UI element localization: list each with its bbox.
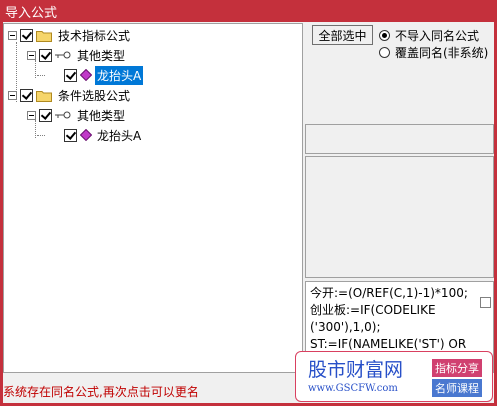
tree-node-category[interactable]: 其他类型 [27,106,127,124]
watermark-tag: 名师课程 [432,379,482,397]
watermark-logo: 股市财富网 指标分享 www.GSCFW.com 名师课程 [295,351,493,402]
folder-icon [36,30,52,42]
formula-gem-icon [80,129,92,141]
title-bar: 导入公式 [0,0,497,22]
radio-skip-duplicates[interactable]: 不导入同名公式 [379,27,479,44]
option-checkbox[interactable] [480,297,491,308]
collapse-toggle[interactable] [27,110,36,120]
key-icon [55,51,71,59]
description-box [305,156,494,278]
tree-node-category[interactable]: 其他类型 [27,46,127,64]
window-title: 导入公式 [5,5,58,21]
radio-overwrite-duplicates[interactable]: 覆盖同名(非系统) [379,44,488,61]
group-label: 条件选股公式 [58,88,131,103]
folder-icon [36,90,52,102]
collapse-toggle[interactable] [8,30,17,40]
category-checkbox[interactable] [39,48,52,62]
category-checkbox[interactable] [39,108,52,122]
code-line: ('300'),1,0); [310,320,381,334]
tree-node-formula[interactable]: 龙抬头A [35,65,144,85]
radio-label: 覆盖同名(非系统) [395,46,489,60]
code-line: 今开:=(O/REF(C,1)-1)*100; [310,286,468,300]
watermark-name: 股市财富网 [308,359,404,381]
group-checkbox[interactable] [20,28,33,42]
category-label: 其他类型 [77,48,126,63]
formula-label: 龙抬头A [97,128,142,143]
tree-connector [37,74,45,76]
radio-button[interactable] [379,47,390,58]
radio-button[interactable] [379,30,390,41]
key-icon [55,111,71,119]
select-all-button[interactable]: 全部选中 [312,25,373,45]
status-message: 系统存在同名公式,再次点击可以更名 [3,385,199,399]
info-box [305,124,494,154]
tree-node-group[interactable]: 条件选股公式 [8,86,132,104]
group-checkbox[interactable] [20,88,33,102]
formula-gem-icon [80,69,92,81]
code-line: 创业板:=IF(CODELIKE [310,303,436,317]
tree-node-formula[interactable]: 龙抬头A [35,126,143,144]
tree-node-group[interactable]: 技术指标公式 [8,26,132,44]
watermark-url: www.GSCFW.com [308,383,398,394]
group-label: 技术指标公式 [58,28,131,43]
radio-label: 不导入同名公式 [395,29,480,43]
formula-checkbox[interactable] [64,68,77,82]
watermark-tag: 指标分享 [432,359,482,377]
collapse-toggle[interactable] [27,50,36,60]
formula-tree[interactable]: 技术指标公式 其他类型 龙抬头A 条件选股公式 其他类型 龙抬头A [3,23,303,373]
tree-connector [37,134,45,136]
category-label: 其他类型 [77,108,126,123]
formula-checkbox[interactable] [64,128,77,142]
formula-label: 龙抬头A [95,65,144,85]
collapse-toggle[interactable] [8,90,17,100]
